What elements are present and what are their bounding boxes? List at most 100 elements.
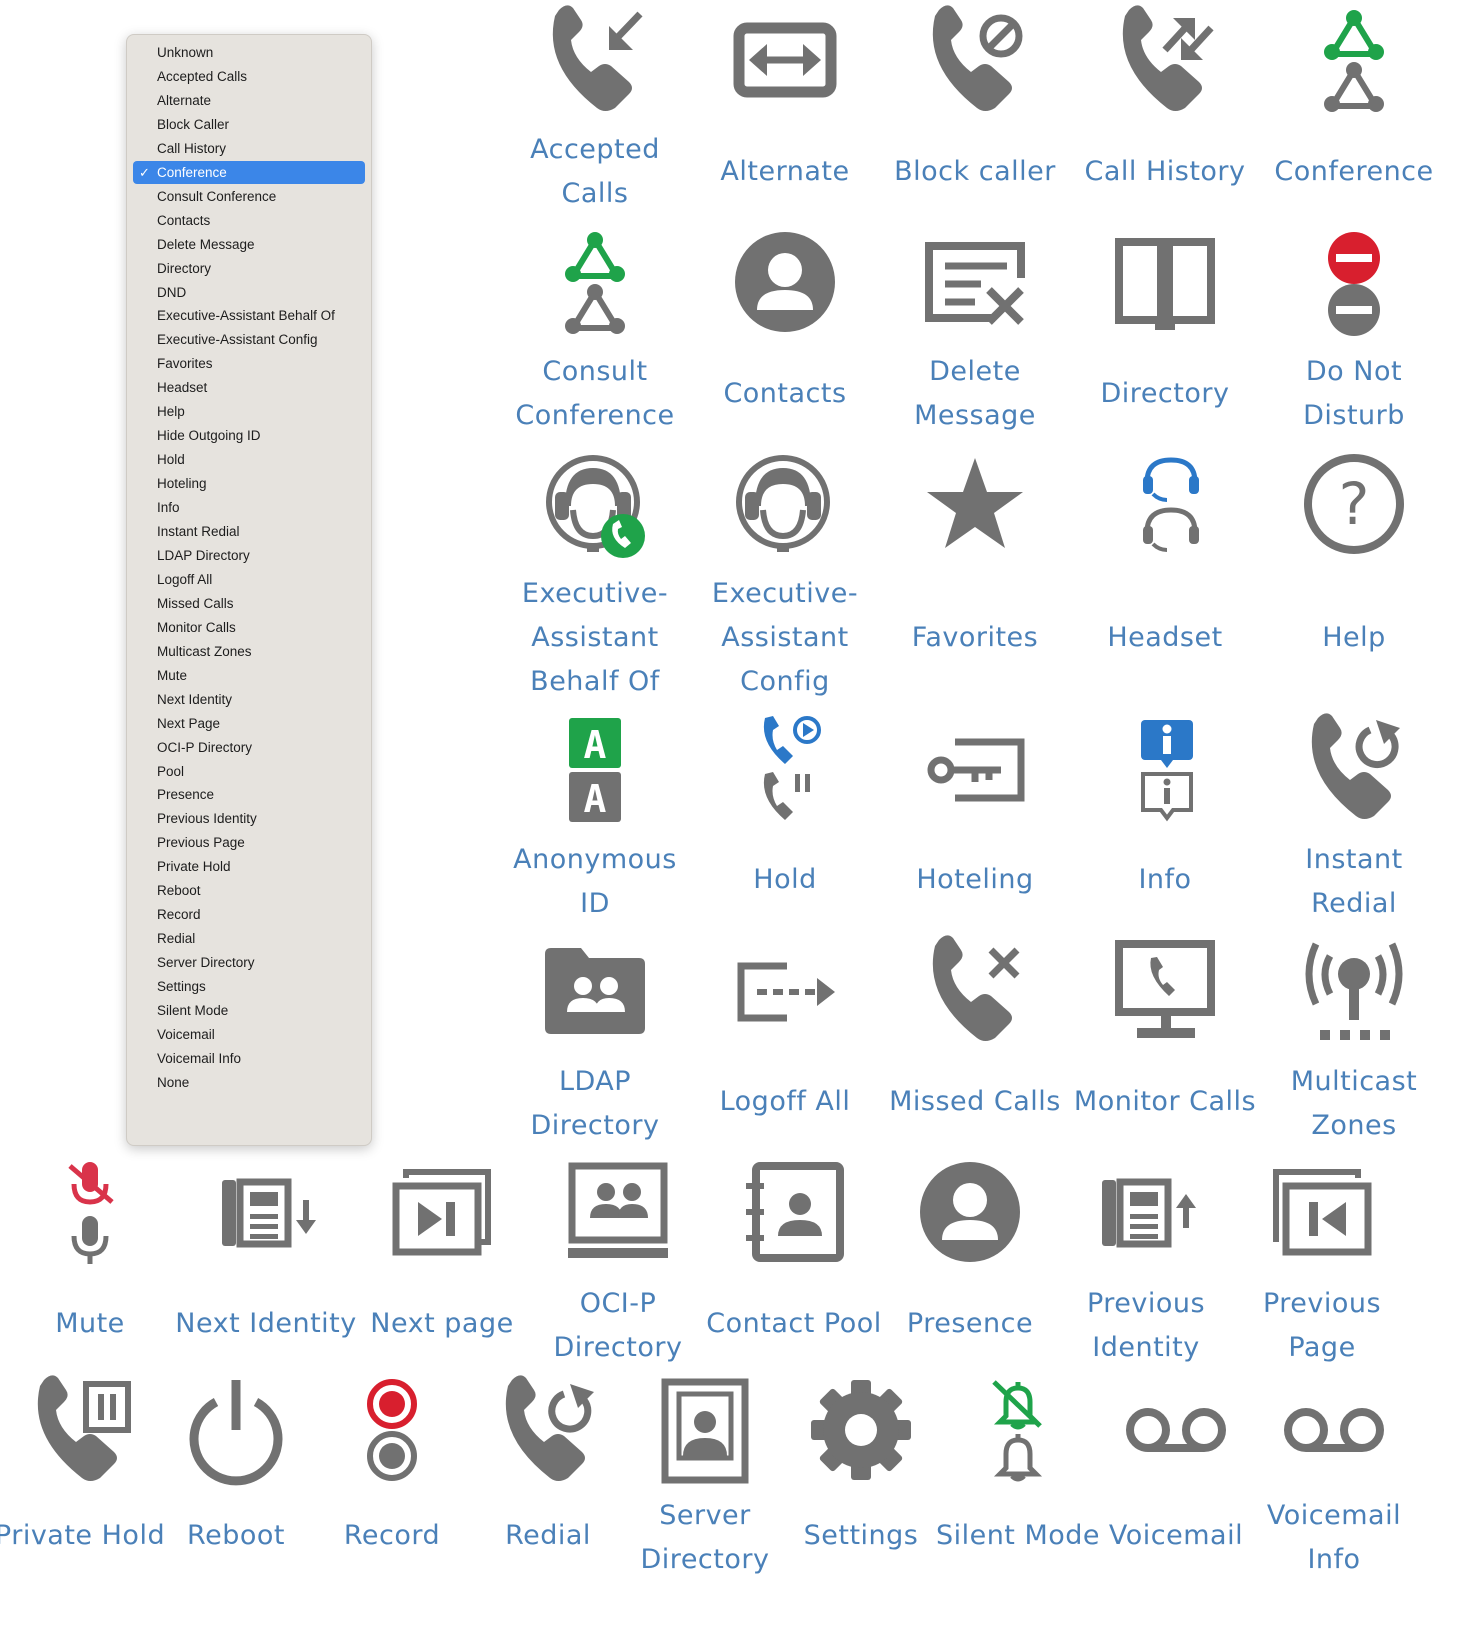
menu-item[interactable]: Directory — [133, 257, 365, 280]
missed-calls-icon — [932, 935, 1020, 1041]
menu-item-label: Call History — [157, 140, 227, 156]
svg-text:?: ? — [1339, 470, 1370, 538]
menu-item[interactable]: Favorites — [133, 352, 365, 375]
favorites-label: Favorites — [911, 622, 1039, 653]
voicemail-info-icon — [1284, 1408, 1384, 1452]
conference-label: Conference — [1274, 156, 1434, 187]
menu-item[interactable]: Reboot — [133, 879, 365, 902]
menu-item[interactable]: None — [133, 1071, 365, 1094]
menu-item[interactable]: Delete Message — [133, 233, 365, 256]
executive-assistant-config-icon — [735, 454, 835, 554]
menu-item[interactable]: Redial — [133, 927, 365, 950]
menu-item[interactable]: OCI-P Directory — [133, 736, 365, 759]
menu-item[interactable]: Private Hold — [133, 855, 365, 878]
menu-item[interactable]: Voicemail — [133, 1023, 365, 1046]
presence-label: Presence — [906, 1308, 1034, 1339]
menu-item[interactable]: Next Page — [133, 712, 365, 735]
accepted-calls-icon — [552, 5, 643, 111]
hoteling-icon — [927, 738, 1025, 802]
silent-mode-icon — [992, 1380, 1043, 1482]
logoff-all-label: Logoff All — [719, 1086, 851, 1117]
menu-item[interactable]: Accepted Calls — [133, 65, 365, 88]
menu-item-label: Consult Conference — [157, 188, 277, 204]
block-caller-icon — [932, 5, 1023, 111]
menu-item[interactable]: Alternate — [133, 89, 365, 112]
menu-item[interactable]: Pool — [133, 760, 365, 783]
menu-item-label: Directory — [157, 260, 212, 276]
delete-message-label: Delete Message — [914, 356, 1036, 431]
menu-item-label: Hold — [157, 452, 185, 468]
consult-conference-label: Consult Conference — [515, 356, 675, 431]
presence-icon — [920, 1162, 1020, 1262]
menu-item[interactable]: Headset — [133, 376, 365, 399]
menu-item[interactable]: Executive-Assistant Behalf Of — [133, 304, 365, 327]
menu-item[interactable]: Voicemail Info — [133, 1047, 365, 1070]
menu-item[interactable]: Server Directory — [133, 951, 365, 974]
menu-item[interactable]: Block Caller — [133, 113, 365, 136]
info-icon — [1141, 720, 1193, 822]
alternate-icon — [733, 22, 837, 98]
menu-item[interactable]: Settings — [133, 975, 365, 998]
menu-item-label: Pool — [157, 763, 185, 779]
monitor-calls-icon — [1115, 940, 1215, 1038]
menu-item[interactable]: Info — [133, 496, 365, 519]
delete-message-icon — [925, 242, 1025, 325]
voicemail-icon — [1126, 1408, 1226, 1452]
menu-item[interactable]: Unknown — [133, 41, 365, 64]
menu-item[interactable]: Hoteling — [133, 472, 365, 495]
private-hold-icon — [37, 1375, 131, 1481]
menu-item[interactable]: ✓ Conference — [133, 160, 365, 184]
menu-item-label: Previous Identity — [157, 811, 257, 827]
mute-label: Mute — [55, 1308, 125, 1339]
menu-item[interactable]: Instant Redial — [133, 520, 365, 543]
contact-pool-label: Contact Pool — [706, 1308, 882, 1339]
accepted-calls-label: Accepted Calls — [530, 134, 660, 209]
menu-item[interactable]: Mute — [133, 664, 365, 687]
menu-item[interactable]: DND — [133, 281, 365, 304]
menu-item[interactable]: Contacts — [133, 209, 365, 232]
menu-item[interactable]: LDAP Directory — [133, 544, 365, 567]
menu-item-label: Hide Outgoing ID — [157, 428, 261, 444]
menu-item[interactable]: Hold — [133, 448, 365, 471]
help-icon: ? — [1304, 454, 1404, 554]
info-label: Info — [1138, 864, 1192, 895]
menu-item-label: Presence — [157, 787, 215, 803]
alternate-label: Alternate — [720, 156, 850, 187]
menu-item[interactable]: Previous Page — [133, 831, 365, 854]
executive-assistant-behalf-of-icon — [545, 454, 645, 558]
oci-p-directory-label: OCI-P Directory — [553, 1288, 683, 1363]
mute-icon — [68, 1162, 114, 1264]
menu-item[interactable]: Help — [133, 400, 365, 423]
menu-item-label: Multicast Zones — [157, 643, 252, 659]
menu-item[interactable]: Call History — [133, 137, 365, 160]
voicemail-info-label: Voicemail Info — [1266, 1500, 1402, 1575]
contacts-label: Contacts — [723, 378, 847, 409]
redial-icon — [505, 1375, 594, 1481]
menu-item[interactable]: Multicast Zones — [133, 640, 365, 663]
menu-item[interactable]: Presence — [133, 783, 365, 806]
menu-item[interactable]: Silent Mode — [133, 999, 365, 1022]
menu-item[interactable]: Hide Outgoing ID — [133, 424, 365, 447]
menu-item-label: Silent Mode — [157, 1003, 229, 1018]
hold-icon — [763, 716, 821, 820]
menu-item-label: Accepted Calls — [157, 68, 248, 84]
menu-item[interactable]: Consult Conference — [133, 185, 365, 208]
call-history-icon — [1122, 5, 1214, 111]
power-icon — [189, 1380, 283, 1486]
menu-item-label: Next Identity — [157, 691, 233, 707]
previous-identity-label: Previous Identity — [1086, 1288, 1206, 1363]
menu-item[interactable]: Logoff All — [133, 568, 365, 591]
menu-item[interactable]: Monitor Calls — [133, 616, 365, 639]
do-not-disturb-icon — [1328, 232, 1380, 336]
menu-item-label: Headset — [157, 380, 208, 396]
menu-item-label: Contacts — [157, 212, 211, 228]
menu-item[interactable]: Record — [133, 903, 365, 926]
instant-redial-label: Instant Redial — [1305, 844, 1403, 919]
menu-item[interactable]: Next Identity — [133, 688, 365, 711]
menu-item[interactable]: Missed Calls — [133, 592, 365, 615]
menu-item-label: OCI-P Directory — [157, 739, 253, 755]
menu-item-label: Block Caller — [157, 116, 230, 132]
menu-item-label: Conference — [157, 164, 227, 180]
menu-item[interactable]: Executive-Assistant Config — [133, 328, 365, 351]
menu-item[interactable]: Previous Identity — [133, 807, 365, 830]
